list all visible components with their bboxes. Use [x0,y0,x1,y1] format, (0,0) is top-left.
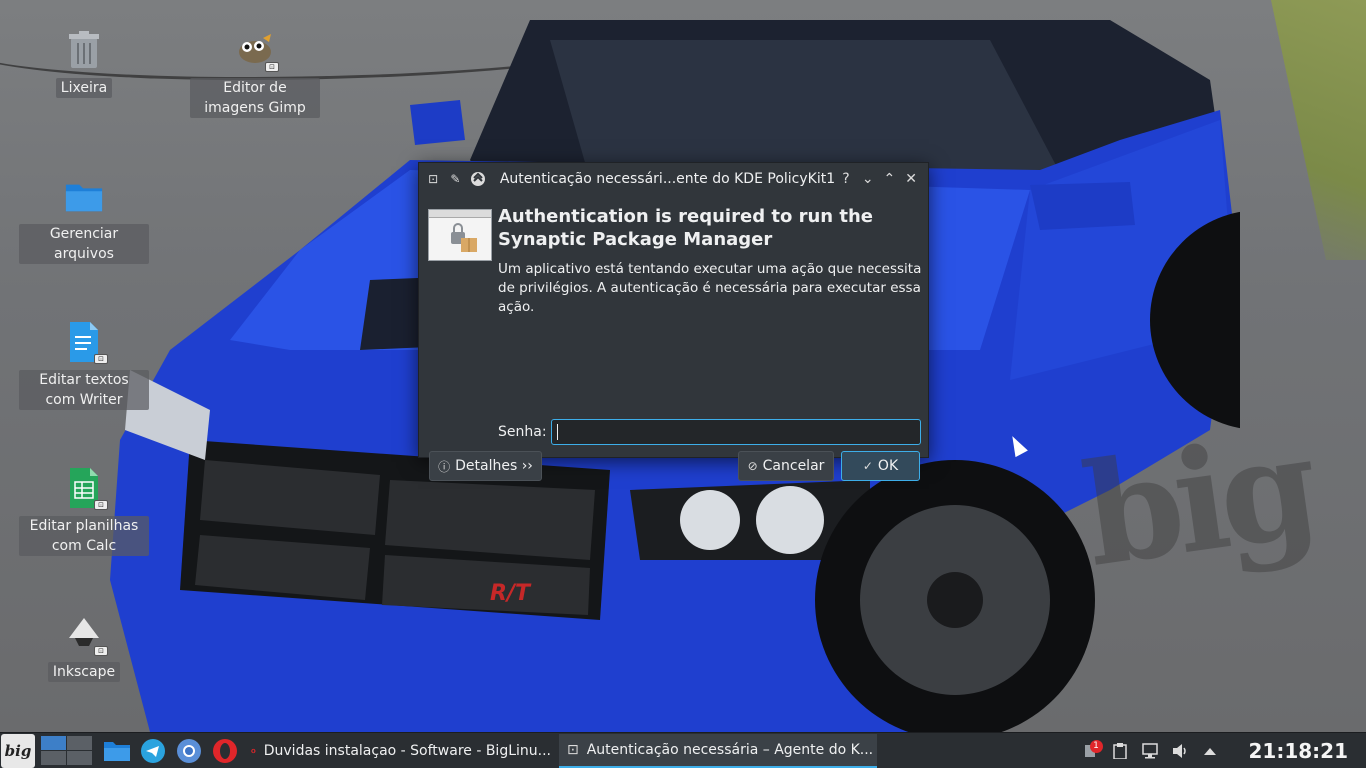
task-auth-dialog[interactable]: ⊡ Autenticação necessária – Agente do K.… [559,733,877,768]
volume-icon[interactable] [1171,742,1189,760]
help-button[interactable]: ? [835,167,857,191]
keep-above-icon[interactable] [470,170,486,188]
link-badge-icon: ⊡ [94,646,108,656]
link-badge-icon: ⊡ [94,500,108,510]
folder-icon [64,174,104,218]
checkmark-icon: ✓ [862,459,873,473]
desktop-icon-label: Gerenciar arquivos [19,224,149,264]
dialog-heading: Authentication is required to run the Sy… [498,206,873,250]
auth-dialog-icon: ⊡ [567,741,579,758]
desktop-icon-writer[interactable]: ⊡ Editar textos com Writer [19,320,149,410]
link-badge-icon: ⊡ [265,62,279,72]
launcher-telegram[interactable] [135,733,171,768]
dialog-body: Authentication is required to run the Sy… [419,195,928,481]
network-icon[interactable] [1141,742,1159,760]
launcher-chromium[interactable] [171,733,207,768]
task-label: Duvidas instalaçao - Software - BigLinu.… [263,742,551,759]
calc-icon: ⊡ [64,466,108,510]
opera-icon [213,738,237,763]
virtual-desktop-pager[interactable] [41,735,93,766]
link-badge-icon: ⊡ [94,354,108,364]
dialog-message: Um aplicativo está tentando executar uma… [498,261,922,315]
system-tray: 1 21:18:21 [1081,739,1366,763]
telegram-icon [141,738,165,763]
details-button[interactable]: ⓘ Detalhes ›› [429,451,542,481]
inkscape-icon: ⊡ [64,612,108,656]
desktop-icon-inkscape[interactable]: ⊡ Inkscape [19,612,149,682]
expand-tray-icon[interactable] [1201,742,1219,760]
dialog-titlebar[interactable]: ⊡ ✎ Autenticação necessári...ente do KDE… [419,163,928,195]
pager-desktop-2[interactable] [67,735,92,750]
taskbar: big Duvidas instalaçao - Software - BigL… [0,732,1366,768]
cancel-icon: ⊘ [747,459,758,473]
details-button-label: Detalhes ›› [455,458,533,474]
writer-icon: ⊡ [64,320,108,364]
chromium-icon [177,738,201,763]
launcher-opera[interactable] [207,733,243,768]
launcher-file-manager[interactable] [99,733,135,768]
lock-package-icon [428,209,492,261]
ok-button-label: OK [877,458,899,474]
text-caret [557,424,558,440]
desktop-icon-label: Editar textos com Writer [19,370,149,410]
desktop-icon-trash[interactable]: Lixeira [19,28,149,98]
task-label: Autenticação necessária – Agente do K... [586,741,874,758]
application-menu-button[interactable]: big [1,733,35,768]
notifications-icon[interactable]: 1 [1081,739,1103,760]
clipboard-icon[interactable] [1111,742,1129,760]
svg-text:R/T: R/T [490,581,532,606]
gimp-icon: ⊡ [235,28,279,72]
info-icon: ⓘ [438,459,451,474]
wallpaper-big-logo: big [1074,405,1321,599]
window-menu-icon[interactable]: ⊡ [425,170,441,188]
dialog-title: Autenticação necessári...ente do KDE Pol… [499,171,836,187]
pager-desktop-3[interactable] [41,751,66,765]
pin-icon[interactable]: ✎ [447,170,463,188]
maximize-button[interactable]: ⌃ [879,167,901,191]
clock[interactable]: 21:18:21 [1249,739,1349,763]
pager-desktop-4[interactable] [67,751,92,765]
cancel-button-label: Cancelar [762,458,825,474]
password-input[interactable] [551,419,921,445]
notification-count: 1 [1089,739,1103,753]
desktop-icon-label: Editor de imagens Gimp [190,78,320,118]
minimize-button[interactable]: ⌄ [857,167,879,191]
opera-icon [251,748,256,753]
folder-icon [104,741,130,761]
cancel-button[interactable]: ⊘ Cancelar [738,451,834,481]
desktop-icon-label: Editar planilhas com Calc [19,516,149,556]
ok-button[interactable]: ✓ OK [841,451,920,481]
trash-icon [64,28,104,72]
password-label: Senha: [498,424,547,440]
pager-desktop-1[interactable] [41,735,66,750]
auth-dialog: ⊡ ✎ Autenticação necessári...ente do KDE… [418,162,929,481]
desktop-icon-label: Inkscape [47,662,121,682]
desktop-icon-label: Lixeira [55,78,113,98]
task-browser[interactable]: Duvidas instalaçao - Software - BigLinu.… [243,734,559,768]
desktop-icon-gimp[interactable]: ⊡ Editor de imagens Gimp [190,28,320,118]
close-button[interactable]: ✕ [900,167,922,191]
desktop-icon-calc[interactable]: ⊡ Editar planilhas com Calc [19,466,149,556]
desktop-icon-files[interactable]: Gerenciar arquivos [19,174,149,264]
